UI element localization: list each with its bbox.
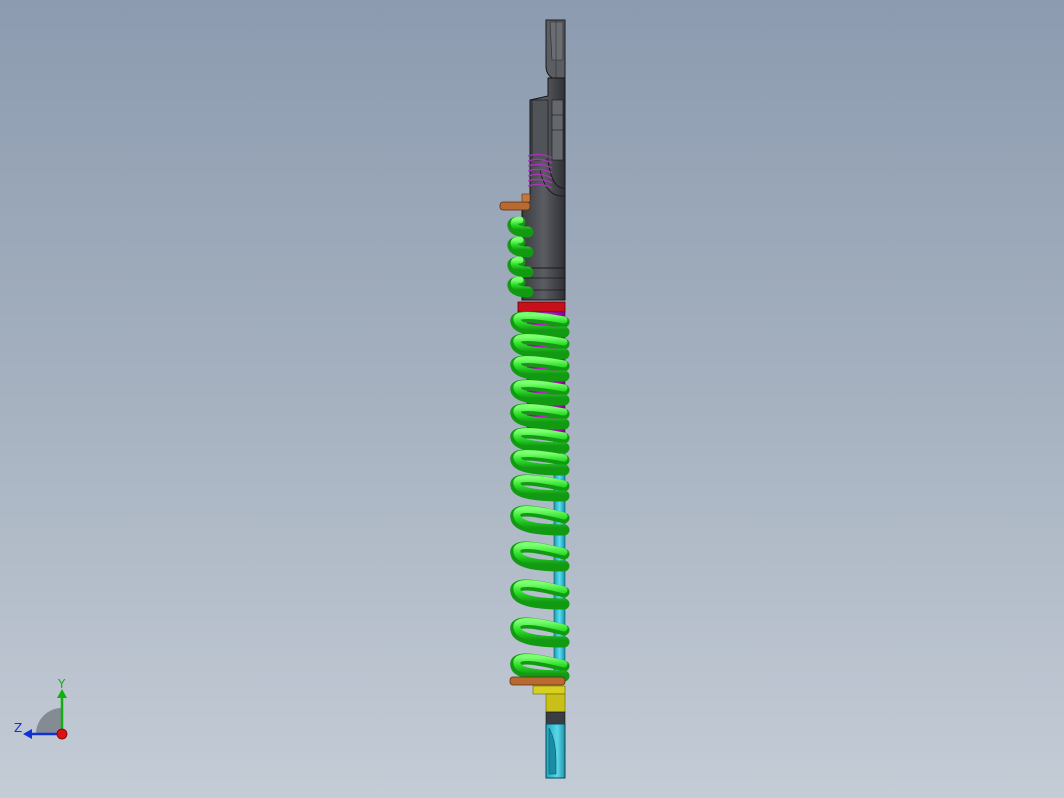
triad-quadrant bbox=[36, 708, 62, 734]
cad-viewport[interactable] bbox=[0, 0, 1064, 798]
z-axis-label: Z bbox=[14, 721, 22, 735]
lower-spring-collar[interactable] bbox=[509, 676, 566, 686]
orientation-triad[interactable]: Y Z bbox=[12, 678, 76, 748]
y-axis-label: Y bbox=[57, 678, 66, 691]
lower-mount-eye[interactable] bbox=[545, 711, 566, 779]
seal-ring bbox=[517, 301, 566, 313]
upper-mount-eye[interactable] bbox=[545, 19, 566, 79]
upper-spring-collar[interactable] bbox=[499, 193, 531, 211]
z-axis-arrowhead bbox=[23, 729, 32, 739]
origin-dot bbox=[56, 728, 68, 740]
lower-bushing bbox=[532, 685, 566, 713]
